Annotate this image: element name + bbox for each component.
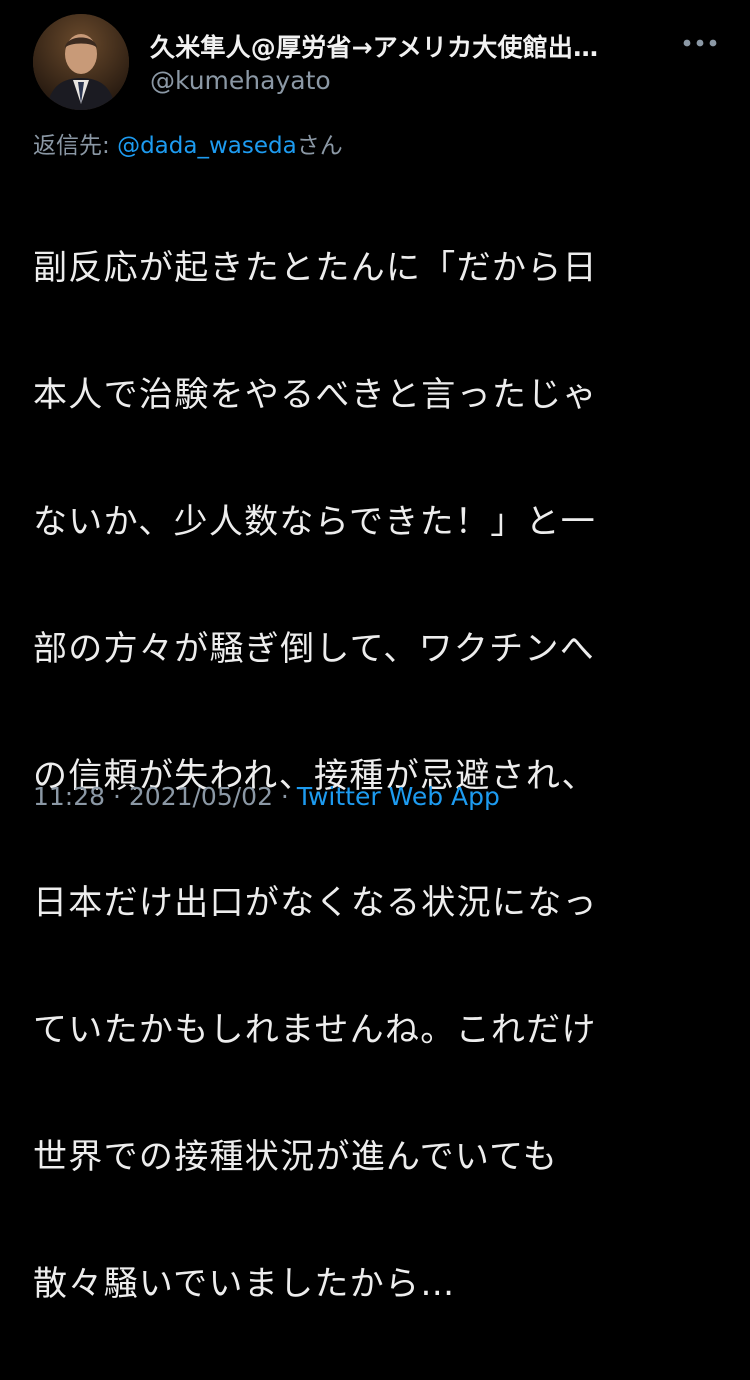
avatar[interactable]: [33, 14, 129, 110]
author-display-name[interactable]: 久米隼人@厚労省→アメリカ大使館出…: [150, 28, 670, 64]
reply-to-line: 返信先: @dada_wasedaさん: [33, 126, 343, 160]
tweet-text: 副反応が起きたとたんに「だから日 本人で治験をやるべきと言ったじゃ ないか、少人…: [33, 173, 723, 1380]
tweet-meta: 11:28 · 2021/05/02 · Twitter Web App: [33, 782, 500, 811]
tweet-line: 日本だけ出口がなくなる状況になっ: [33, 882, 598, 923]
tweet-line: 副反応が起きたとたんに「だから日: [33, 247, 598, 288]
more-options-button[interactable]: [678, 28, 722, 58]
tweet-time[interactable]: 11:28: [33, 782, 105, 811]
tweet-line: 世界での接種状況が進んでいても: [33, 1136, 559, 1177]
meta-separator: ·: [272, 782, 297, 811]
profile-photo: [33, 14, 129, 110]
meta-separator: ·: [105, 782, 129, 811]
tweet-source-link[interactable]: Twitter Web App: [297, 782, 500, 811]
reply-suffix: さん: [296, 133, 343, 159]
tweet-line: ないか、少人数ならできた！」と一: [33, 501, 597, 542]
reply-mention-link[interactable]: @dada_waseda: [117, 133, 297, 159]
more-horizontal-icon: [683, 39, 717, 47]
tweet-line: 散々騒いでいましたから…: [33, 1263, 456, 1304]
tweet-line: ていたかもしれませんね。これだけ: [33, 1009, 597, 1050]
tweet-date[interactable]: 2021/05/02: [129, 782, 273, 811]
author-handle[interactable]: @kumehayato: [150, 66, 331, 95]
tweet-line: 部の方々が騒ぎ倒して、ワクチンへ: [33, 628, 596, 669]
reply-prefix: 返信先:: [33, 133, 118, 159]
tweet-line: 本人で治験をやるべきと言ったじゃ: [33, 374, 598, 415]
